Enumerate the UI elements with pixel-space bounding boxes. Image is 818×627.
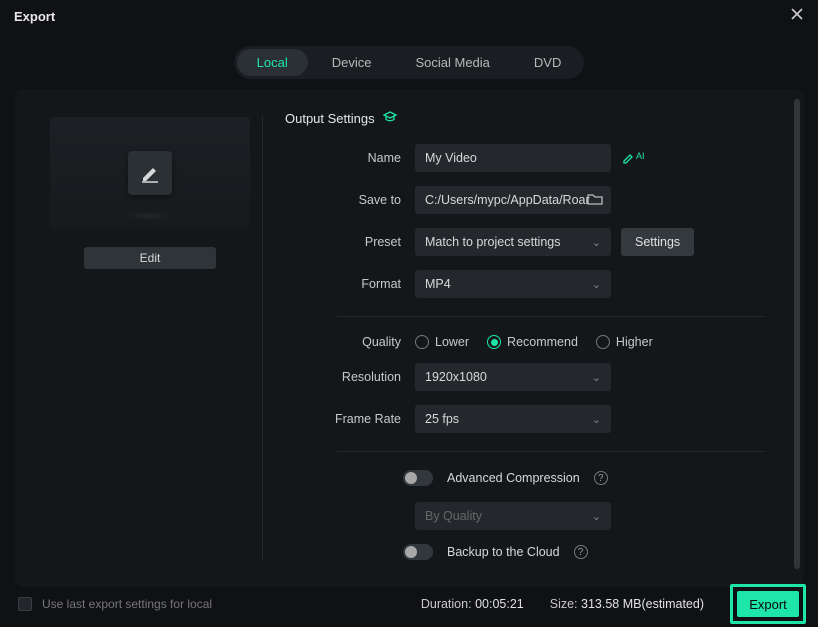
edit-button[interactable]: Edit bbox=[84, 247, 216, 269]
tab-device[interactable]: Device bbox=[312, 49, 392, 76]
graduation-cap-icon[interactable] bbox=[383, 111, 397, 126]
saveto-value: C:/Users/mypc/AppData/Roar bbox=[425, 193, 590, 207]
main-panel: Edit Output Settings Name AI Save to bbox=[14, 89, 804, 587]
name-label: Name bbox=[285, 151, 415, 165]
edit-thumbnail-icon bbox=[128, 151, 172, 195]
saveto-field[interactable]: C:/Users/mypc/AppData/Roar bbox=[415, 186, 611, 214]
help-icon[interactable]: ? bbox=[574, 545, 588, 559]
preset-select[interactable]: Match to project settings ⌄ bbox=[415, 228, 611, 256]
separator bbox=[337, 316, 764, 317]
quality-label: Quality bbox=[285, 335, 415, 349]
footer: Use last export settings for local Durat… bbox=[0, 581, 818, 627]
video-thumbnail[interactable] bbox=[50, 117, 250, 229]
tab-dvd[interactable]: DVD bbox=[514, 49, 581, 76]
name-input[interactable] bbox=[415, 144, 611, 172]
section-title: Output Settings bbox=[285, 111, 375, 126]
framerate-label: Frame Rate bbox=[285, 412, 415, 426]
resolution-select[interactable]: 1920x1080 ⌄ bbox=[415, 363, 611, 391]
window-title: Export bbox=[14, 9, 55, 24]
chevron-down-icon: ⌄ bbox=[592, 278, 601, 291]
preset-settings-button[interactable]: Settings bbox=[621, 228, 694, 256]
advanced-compression-label: Advanced Compression bbox=[447, 471, 580, 485]
compression-mode-value: By Quality bbox=[425, 509, 482, 523]
quality-higher-radio[interactable]: Higher bbox=[596, 335, 653, 349]
chevron-down-icon: ⌄ bbox=[592, 236, 601, 249]
ai-rename-icon[interactable]: AI bbox=[621, 151, 645, 165]
chevron-down-icon: ⌄ bbox=[592, 371, 601, 384]
reflection bbox=[128, 211, 172, 221]
backup-cloud-toggle[interactable] bbox=[403, 544, 433, 560]
compression-mode-select: By Quality ⌄ bbox=[415, 502, 611, 530]
use-last-settings-label: Use last export settings for local bbox=[42, 597, 212, 611]
duration-stat: Duration: 00:05:21 bbox=[421, 597, 524, 611]
backup-cloud-label: Backup to the Cloud bbox=[447, 545, 560, 559]
tab-local[interactable]: Local bbox=[237, 49, 308, 76]
tab-social-media[interactable]: Social Media bbox=[395, 49, 509, 76]
help-icon[interactable]: ? bbox=[594, 471, 608, 485]
framerate-value: 25 fps bbox=[425, 412, 459, 426]
quality-recommend-radio[interactable]: Recommend bbox=[487, 335, 578, 349]
framerate-select[interactable]: 25 fps ⌄ bbox=[415, 405, 611, 433]
export-tabs: Local Device Social Media DVD bbox=[234, 46, 585, 79]
format-label: Format bbox=[285, 277, 415, 291]
resolution-value: 1920x1080 bbox=[425, 370, 487, 384]
saveto-label: Save to bbox=[285, 193, 415, 207]
resolution-label: Resolution bbox=[285, 370, 415, 384]
separator bbox=[337, 451, 764, 452]
chevron-down-icon: ⌄ bbox=[592, 413, 601, 426]
export-button[interactable]: Export bbox=[737, 591, 799, 617]
preset-label: Preset bbox=[285, 235, 415, 249]
chevron-down-icon: ⌄ bbox=[592, 510, 601, 523]
close-icon[interactable] bbox=[790, 7, 804, 26]
format-select[interactable]: MP4 ⌄ bbox=[415, 270, 611, 298]
scrollbar[interactable] bbox=[794, 99, 800, 569]
quality-lower-radio[interactable]: Lower bbox=[415, 335, 469, 349]
advanced-compression-toggle[interactable] bbox=[403, 470, 433, 486]
size-stat: Size: 313.58 MB(estimated) bbox=[550, 597, 704, 611]
folder-icon[interactable] bbox=[587, 192, 603, 209]
preset-value: Match to project settings bbox=[425, 235, 560, 249]
use-last-settings-checkbox[interactable] bbox=[18, 597, 32, 611]
export-highlight: Export bbox=[730, 584, 806, 624]
format-value: MP4 bbox=[425, 277, 451, 291]
